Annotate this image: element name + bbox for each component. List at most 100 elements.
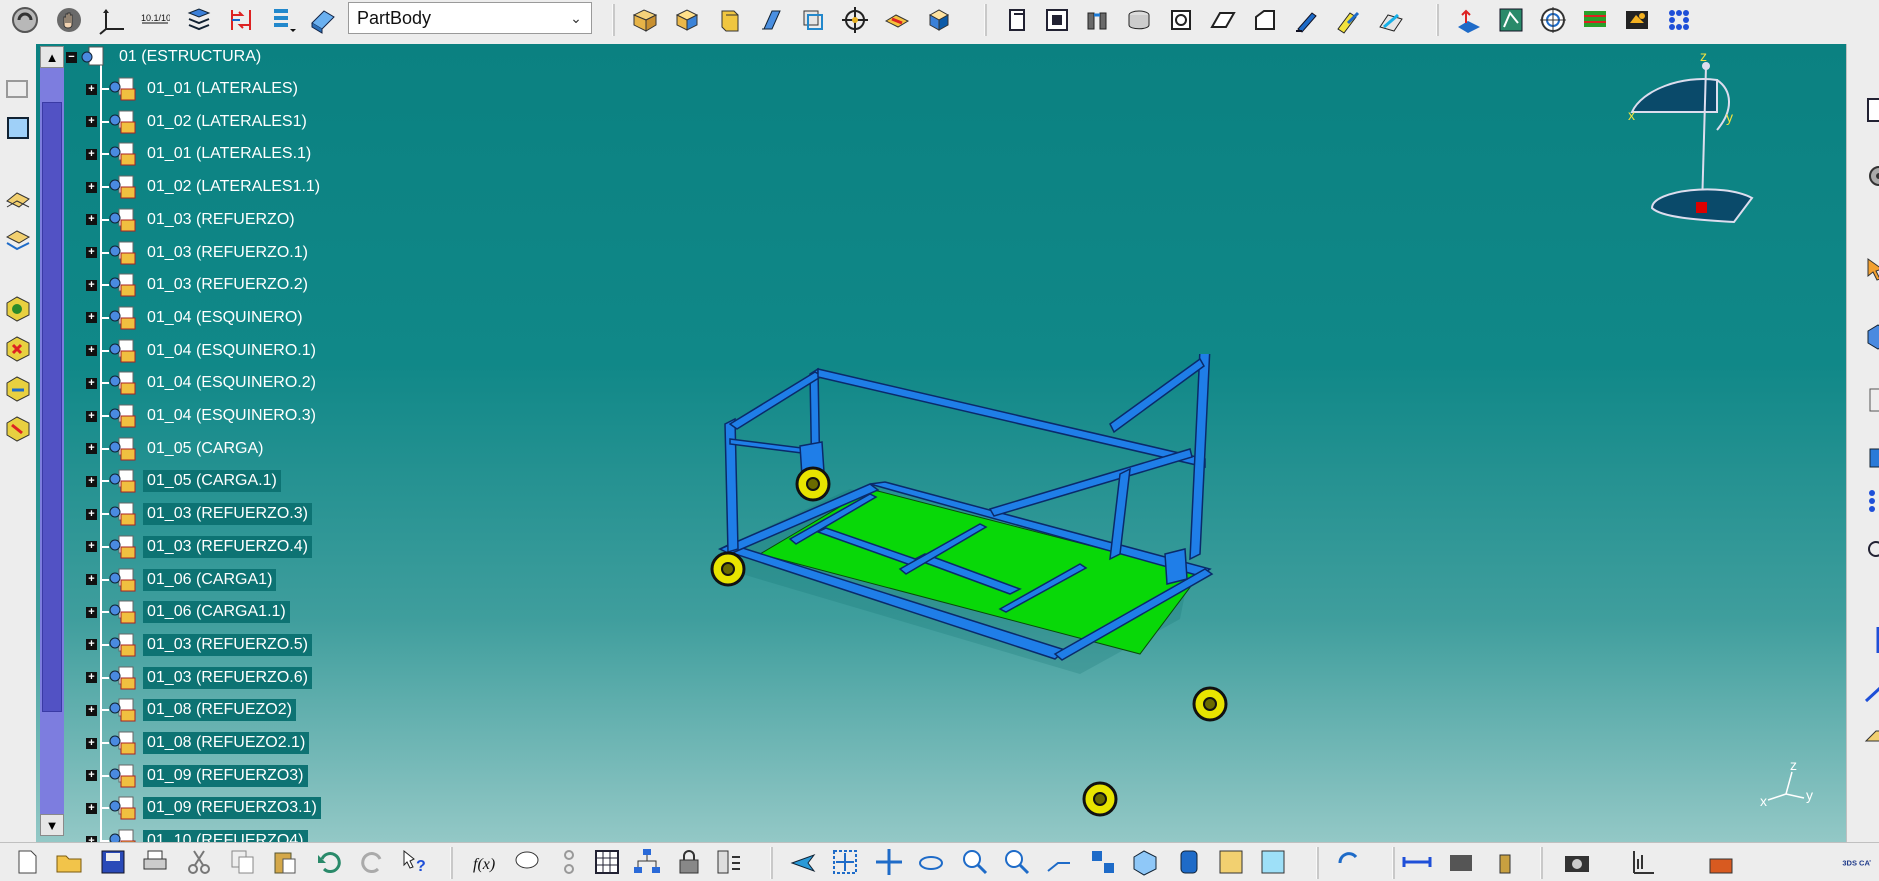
- hole-icon[interactable]: [838, 3, 872, 37]
- analysis-icon[interactable]: [1578, 3, 1612, 37]
- tree-item[interactable]: +01_04 (ESQUINERO): [86, 305, 307, 331]
- expand-icon[interactable]: +: [86, 737, 97, 749]
- draft-icon[interactable]: [1248, 3, 1282, 37]
- mass-icon[interactable]: [1488, 845, 1522, 879]
- trolley-model[interactable]: [700, 354, 1420, 824]
- spline-icon[interactable]: [1374, 3, 1408, 37]
- diagonal-icon[interactable]: [1863, 672, 1879, 704]
- expand-icon[interactable]: +: [86, 247, 97, 258]
- tree-item[interactable]: +01_03 (REFUERZO.2): [86, 272, 312, 298]
- cube-icon[interactable]: [1863, 320, 1879, 352]
- tree-item[interactable]: +01_09 (REFUERZO3.1): [86, 795, 321, 821]
- rib-icon[interactable]: [880, 3, 914, 37]
- capture-icon[interactable]: [1560, 845, 1594, 879]
- tools-icon[interactable]: [1704, 845, 1738, 879]
- expand-icon[interactable]: +: [86, 475, 97, 487]
- tree-icon[interactable]: [630, 845, 664, 879]
- circle-icon[interactable]: [1206, 3, 1240, 37]
- scroll-down-button[interactable]: ▼: [40, 814, 64, 836]
- iso-view-icon[interactable]: [1128, 845, 1162, 879]
- multi-section-icon[interactable]: [796, 3, 830, 37]
- tree-item[interactable]: +01_04 (ESQUINERO.3): [86, 403, 320, 429]
- tree-root[interactable]: − 01 (ESTRUCTURA): [66, 44, 265, 70]
- hide-show-icon[interactable]: [1214, 845, 1248, 879]
- surface-icon[interactable]: [1536, 3, 1570, 37]
- pattern-icon[interactable]: [1662, 3, 1696, 37]
- clipboard-icon[interactable]: [1863, 384, 1879, 416]
- sketcher-icon[interactable]: [2, 72, 34, 104]
- frame-icon[interactable]: [1040, 3, 1074, 37]
- expand-icon[interactable]: +: [86, 377, 97, 389]
- update-icon[interactable]: [1332, 845, 1366, 879]
- cylinder-icon[interactable]: [1164, 3, 1198, 37]
- gear-icon[interactable]: [1863, 160, 1879, 192]
- collapse-icon[interactable]: −: [66, 51, 77, 63]
- tree-item[interactable]: +01_08 (REFUEZO2.1): [86, 730, 310, 756]
- zoom-in-icon[interactable]: [958, 845, 992, 879]
- translate-icon[interactable]: [2, 182, 34, 214]
- chevron-down-icon[interactable]: ⌄: [561, 3, 591, 33]
- comment-icon[interactable]: [510, 845, 544, 879]
- hand-pan-icon[interactable]: [52, 3, 86, 37]
- cursor-icon[interactable]: [1863, 254, 1879, 286]
- groove-icon[interactable]: [754, 3, 788, 37]
- plane-icon[interactable]: [1863, 716, 1879, 748]
- normal-view-icon[interactable]: [1042, 845, 1076, 879]
- expand-icon[interactable]: +: [86, 214, 97, 226]
- expand-icon[interactable]: +: [86, 508, 97, 520]
- tree-item[interactable]: +01_02 (LATERALES1.1): [86, 174, 324, 200]
- expand-icon[interactable]: +: [86, 639, 97, 651]
- pencil-icon[interactable]: [1332, 3, 1366, 37]
- catia-logo-icon[interactable]: [8, 3, 42, 37]
- slot-icon[interactable]: [922, 3, 956, 37]
- expand-icon[interactable]: +: [86, 345, 97, 357]
- assembly-constraint-icon[interactable]: [2, 292, 34, 324]
- tree-item[interactable]: +01_01 (LATERALES.1): [86, 141, 315, 167]
- tree-item[interactable]: +01_03 (REFUERZO.4): [86, 534, 312, 560]
- redo-icon[interactable]: [356, 845, 390, 879]
- expand-icon[interactable]: +: [86, 410, 97, 422]
- expand-icon[interactable]: +: [86, 541, 97, 553]
- tree-item[interactable]: +01_06 (CARGA1.1): [86, 599, 290, 625]
- measure-between-icon[interactable]: [1400, 845, 1434, 879]
- undo-icon[interactable]: [312, 845, 346, 879]
- tree-item[interactable]: +01_04 (ESQUINERO.1): [86, 338, 320, 364]
- formula-icon[interactable]: f(x): [468, 845, 502, 879]
- tree-item[interactable]: +01_02 (LATERALES1): [86, 109, 311, 135]
- manipulate-icon[interactable]: [2, 332, 34, 364]
- line-icon[interactable]: [1863, 624, 1879, 656]
- expand-icon[interactable]: +: [86, 802, 97, 814]
- grid-icon[interactable]: [1863, 484, 1879, 516]
- shaft-icon[interactable]: [712, 3, 746, 37]
- tree-item[interactable]: +01_03 (REFUERZO.5): [86, 632, 312, 658]
- tree-item[interactable]: +01_06 (CARGA1): [86, 567, 277, 593]
- expand-icon[interactable]: +: [86, 672, 97, 684]
- expand-icon[interactable]: +: [86, 83, 97, 95]
- compass-widget[interactable]: z x y: [1622, 50, 1782, 240]
- frame-select-icon[interactable]: [2, 112, 34, 144]
- expand-icon[interactable]: +: [86, 770, 97, 782]
- fit-all-icon[interactable]: [828, 845, 862, 879]
- book-icon[interactable]: [306, 3, 340, 37]
- scale-icon[interactable]: 10.1/10.0: [138, 3, 172, 37]
- rotate-icon[interactable]: [914, 845, 948, 879]
- table-icon[interactable]: [590, 845, 624, 879]
- lock-icon[interactable]: [672, 845, 706, 879]
- tree-item[interactable]: +01_03 (REFUERZO.6): [86, 665, 312, 691]
- multi-view-icon[interactable]: [1086, 845, 1120, 879]
- tree-item[interactable]: +01_04 (ESQUINERO.2): [86, 370, 320, 396]
- tree-item[interactable]: +01_01 (LATERALES): [86, 76, 302, 102]
- list-icon[interactable]: [266, 3, 300, 37]
- expand-icon[interactable]: +: [86, 443, 97, 455]
- shading-icon[interactable]: [1172, 845, 1206, 879]
- part-selector-dropdown[interactable]: PartBody ⌄: [348, 2, 592, 34]
- tree-item[interactable]: +01_08 (REFUEZO2): [86, 697, 296, 723]
- whats-this-icon[interactable]: ?: [398, 845, 432, 879]
- expand-icon[interactable]: +: [86, 181, 97, 193]
- copy-icon[interactable]: [226, 845, 260, 879]
- save-icon[interactable]: [96, 845, 130, 879]
- expand-icon[interactable]: +: [86, 148, 97, 160]
- expand-icon[interactable]: +: [86, 116, 97, 128]
- expand-icon[interactable]: +: [86, 279, 97, 291]
- catalog-icon[interactable]: [712, 845, 746, 879]
